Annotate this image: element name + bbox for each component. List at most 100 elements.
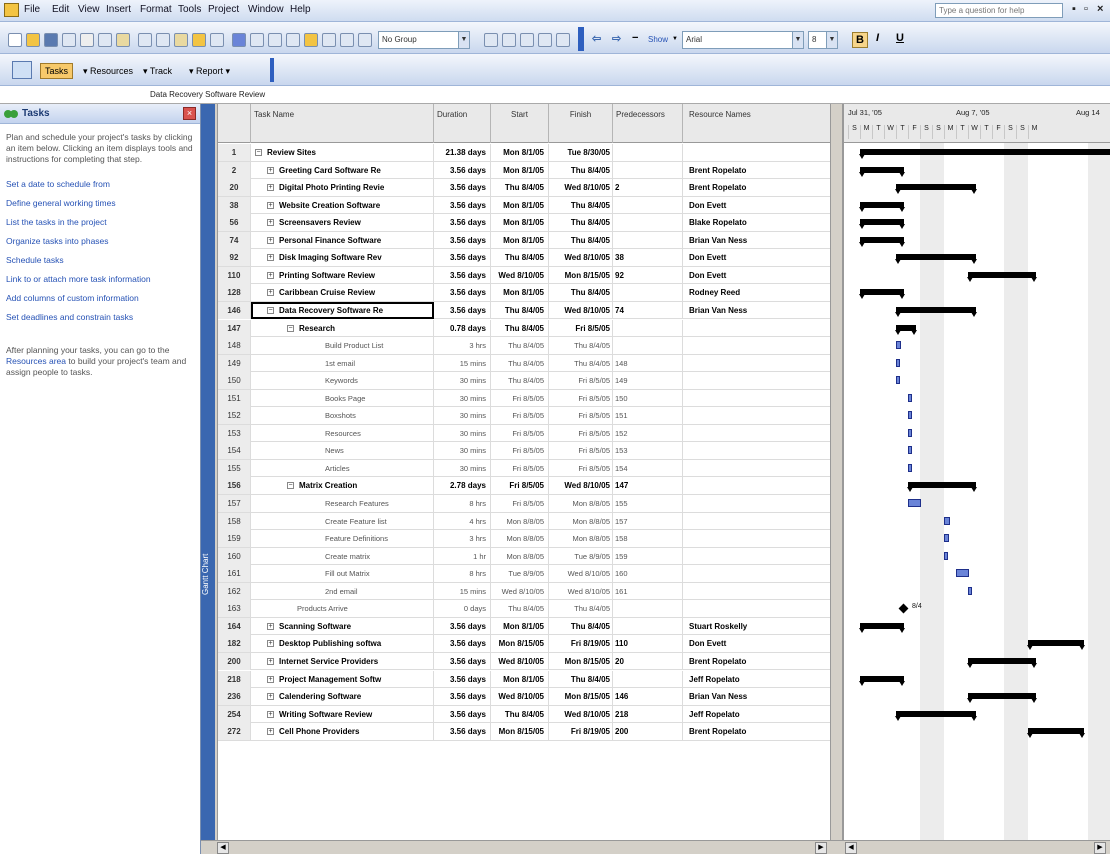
table-row[interactable]: 149 1st email 15 mins Thu 8/4/05 Thu 8/4/05 1… [218,354,830,373]
row-id[interactable]: 161 [218,565,251,583]
publish-icon[interactable] [358,33,372,47]
task-bar[interactable] [956,569,969,578]
row-id[interactable]: 164 [218,617,251,635]
row-id[interactable]: 38 [218,196,251,214]
start-cell[interactable]: Mon 8/1/05 [491,670,549,688]
predecessors-cell[interactable] [613,144,683,161]
resource-names-cell[interactable]: Blake Ropelato [683,214,830,231]
start-cell[interactable]: Thu 8/4/05 [491,372,549,390]
start-cell[interactable]: Mon 8/8/05 [491,547,549,565]
predecessors-cell[interactable]: 147 [613,477,683,495]
finish-cell[interactable]: Mon 8/8/05 [549,512,613,530]
link-tasks-icon[interactable] [250,33,264,47]
predecessors-cell[interactable]: 153 [613,442,683,460]
table-row[interactable]: 157 Research Features 8 hrs Fri 8/5/05 Mon 8… [218,495,830,513]
finish-cell[interactable]: Mon 8/8/05 [549,495,613,512]
print-preview-icon[interactable] [98,33,112,47]
duration-cell[interactable]: 3.56 days [434,231,491,249]
paste-icon[interactable] [174,33,188,47]
task-name-cell[interactable]: Books Page [251,389,434,407]
start-cell[interactable]: Thu 8/4/05 [491,354,549,372]
finish-cell[interactable]: Wed 8/10/05 [549,565,613,583]
column-header-finish[interactable]: Finish [549,104,613,143]
close-icon[interactable]: × [183,107,196,120]
duration-cell[interactable]: 3.56 days [434,161,491,179]
predecessors-cell[interactable]: 74 [613,301,683,319]
row-id[interactable]: 236 [218,688,251,706]
collapse-icon[interactable]: − [287,324,294,332]
resource-names-cell[interactable]: Jeff Ropelato [683,671,830,688]
duration-cell[interactable]: 30 mins [434,424,491,442]
row-id[interactable]: 151 [218,389,251,407]
table-row[interactable]: 159 Feature Definitions 3 hrs Mon 8/8/05 Mon… [218,530,830,548]
task-name-cell[interactable]: + Website Creation Software [251,196,434,214]
predecessors-cell[interactable]: 157 [613,512,683,530]
resource-names-cell[interactable]: Don Evett [683,267,830,284]
menu-window[interactable]: Window [248,4,284,15]
row-id[interactable]: 150 [218,372,251,390]
duration-cell[interactable]: 3.56 days [434,617,491,635]
duration-cell[interactable]: 3.56 days [434,705,491,723]
font-chevron-down-icon[interactable]: ▼ [792,32,803,48]
finish-cell[interactable]: Fri 8/5/05 [549,442,613,460]
scroll-left-icon[interactable]: ◀ [217,842,229,854]
table-row[interactable]: 2 + Greeting Card Software Re 3.56 days Mon … [218,161,830,180]
duration-cell[interactable]: 30 mins [434,372,491,390]
minimize-icon[interactable]: ▪ [1072,3,1076,15]
predecessors-cell[interactable] [613,284,683,302]
guide-track-button[interactable]: ▾ Track [138,63,177,79]
table-row[interactable]: 155 Articles 30 mins Fri 8/5/05 Fri 8/5/05 15… [218,459,830,478]
start-cell[interactable]: Mon 8/15/05 [491,635,549,653]
table-row[interactable]: 200 + Internet Service Providers 3.56 days W… [218,652,830,671]
task-name-cell[interactable]: − Research [251,319,434,337]
row-id[interactable]: 20 [218,179,251,197]
resource-names-cell[interactable] [683,477,830,494]
menu-edit[interactable]: Edit [52,4,69,15]
finish-cell[interactable]: Thu 8/4/05 [549,231,613,249]
start-cell[interactable]: Fri 8/5/05 [491,407,549,425]
show-button[interactable]: Show [648,35,668,44]
task-name-cell[interactable]: + Greeting Card Software Re [251,161,434,179]
finish-cell[interactable]: Mon 8/15/05 [549,652,613,670]
start-cell[interactable]: Thu 8/4/05 [491,705,549,723]
predecessors-cell[interactable]: 148 [613,354,683,372]
task-name-cell[interactable]: + Personal Finance Software [251,231,434,249]
table-row[interactable]: 152 Boxshots 30 mins Fri 8/5/05 Fri 8/5/05 15… [218,407,830,425]
finish-cell[interactable]: Mon 8/15/05 [549,266,613,284]
predecessors-cell[interactable] [613,337,683,355]
task-bar[interactable] [944,551,948,560]
column-header-start[interactable]: Start [491,104,549,143]
resource-names-cell[interactable] [683,565,830,582]
hide-subtasks-icon[interactable]: − [632,32,638,44]
predecessors-cell[interactable]: 20 [613,652,683,670]
task-name-cell[interactable]: Fill out Matrix [251,565,434,583]
print-icon[interactable] [80,33,94,47]
task-name-cell[interactable]: Research Features [251,495,434,512]
start-cell[interactable]: Mon 8/1/05 [491,196,549,214]
start-cell[interactable]: Tue 8/9/05 [491,565,549,583]
task-name-cell[interactable]: + Caribbean Cruise Review [251,284,434,302]
underline-button[interactable]: U [896,32,904,44]
start-cell[interactable]: Fri 8/5/05 [491,477,549,495]
format-painter-icon[interactable] [192,33,206,47]
start-cell[interactable]: Mon 8/1/05 [491,284,549,302]
summary-bar[interactable] [894,306,978,317]
column-header-duration[interactable]: Duration [434,104,491,143]
start-cell[interactable]: Wed 8/10/05 [491,652,549,670]
table-row[interactable]: 150 Keywords 30 mins Thu 8/4/05 Fri 8/5/05 14… [218,372,830,390]
predecessors-cell[interactable]: 151 [613,407,683,425]
table-row[interactable]: 156− Matrix Creation 2.78 days Fri 8/5/05 We… [218,477,830,495]
task-name-cell[interactable]: Products Arrive [251,600,434,618]
table-row[interactable]: 92 + Disk Imaging Software Rev 3.56 days Thu… [218,249,830,267]
finish-cell[interactable]: Fri 8/19/05 [549,723,613,741]
expand-icon[interactable]: + [267,289,274,297]
table-row[interactable]: 1− Review Sites 21.38 days Mon 8/1/05 Tue 8/… [218,144,830,162]
row-id[interactable]: 254 [218,705,251,723]
predecessors-cell[interactable]: 38 [613,249,683,267]
predecessors-cell[interactable]: 158 [613,530,683,548]
finish-cell[interactable]: Thu 8/4/05 [549,196,613,214]
finish-cell[interactable]: Tue 8/9/05 [549,547,613,565]
predecessors-cell[interactable]: 155 [613,495,683,512]
gantt-scroll-right-icon[interactable]: ▶ [1094,842,1106,854]
resource-names-cell[interactable]: Brent Ropelato [683,653,830,670]
